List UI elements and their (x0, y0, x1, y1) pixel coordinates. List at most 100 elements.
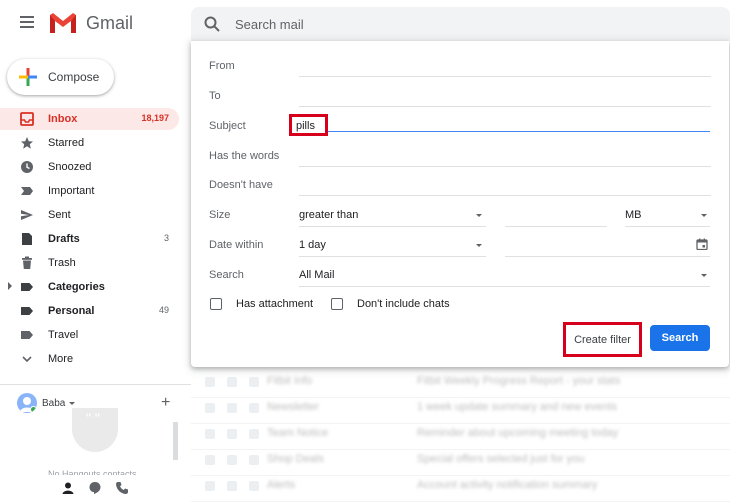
app-brand[interactable]: Gmail (86, 13, 133, 34)
has-attachment-checkbox[interactable] (210, 298, 222, 310)
subject-input[interactable]: pills (289, 114, 328, 136)
table-row[interactable]: Alerts Account activity notification sum… (191, 472, 730, 502)
size-unit-select[interactable]: MB (625, 209, 642, 221)
chevron-down-icon[interactable] (476, 214, 482, 217)
row-checkbox[interactable] (205, 403, 215, 413)
date-within-row: Date within (209, 234, 711, 256)
star-icon[interactable] (227, 403, 237, 413)
compose-button[interactable]: Compose (7, 59, 114, 95)
hangouts-chat-icon[interactable] (88, 481, 102, 495)
important-icon[interactable] (249, 455, 259, 465)
hangouts-user-name: Baba (42, 398, 66, 409)
hangouts-quote-icon: " " (72, 408, 118, 452)
compose-label: Compose (48, 70, 100, 84)
trash-icon (22, 256, 32, 269)
sidebar-item-label: Inbox (48, 113, 78, 125)
email-subject: Account activity notification summary (417, 479, 598, 491)
online-status-icon (30, 406, 37, 413)
contacts-person-icon[interactable] (61, 481, 75, 495)
row-checkbox[interactable] (205, 455, 215, 465)
sidebar-item-starred[interactable]: Starred (0, 132, 179, 154)
date-within-select[interactable]: 1 day (299, 239, 326, 251)
main-menu-icon[interactable] (20, 16, 34, 28)
expand-caret-icon[interactable] (8, 282, 12, 290)
size-operator-underline (299, 226, 486, 227)
unread-count: 18,197 (141, 113, 169, 123)
clock-icon (21, 161, 33, 173)
to-row: To (209, 85, 711, 107)
important-icon[interactable] (249, 429, 259, 439)
search-bar[interactable] (191, 7, 730, 41)
phone-icon[interactable] (115, 481, 129, 495)
sidebar-item-label: Drafts (48, 233, 80, 245)
avatar[interactable] (17, 393, 37, 413)
date-within-underline (299, 256, 486, 257)
sidebar-item-sent[interactable]: Sent (0, 204, 179, 226)
sidebar-item-important[interactable]: Important (0, 180, 179, 202)
label-icon (21, 307, 33, 315)
sidebar-item-categories[interactable]: Categories (0, 276, 179, 298)
has-words-input[interactable] (299, 166, 711, 167)
search-in-select[interactable]: All Mail (299, 269, 334, 281)
doesnt-have-input[interactable] (299, 195, 711, 196)
send-icon (21, 210, 33, 220)
row-checkbox[interactable] (205, 377, 215, 387)
subject-label: Subject (209, 120, 246, 132)
search-icon[interactable] (203, 15, 221, 33)
row-checkbox[interactable] (205, 429, 215, 439)
divider (0, 384, 191, 385)
sidebar-item-snoozed[interactable]: Snoozed (0, 156, 179, 178)
no-chats-checkbox[interactable] (331, 298, 343, 310)
important-icon[interactable] (249, 403, 259, 413)
draft-icon (22, 233, 32, 245)
search-in-row: Search (209, 264, 711, 286)
subject-input-underline[interactable] (328, 131, 710, 132)
to-label: To (209, 90, 221, 102)
sidebar-item-more[interactable]: More (0, 348, 179, 370)
sidebar-item-label: Personal (48, 305, 95, 317)
important-icon[interactable] (249, 481, 259, 491)
email-sender: Fitbit Info (267, 375, 313, 387)
chevron-down-icon[interactable] (69, 402, 75, 405)
doesnt-have-row: Doesn't have (209, 174, 711, 196)
draft-count: 3 (163, 233, 169, 243)
size-value-input[interactable] (505, 226, 607, 227)
sidebar-item-label: Categories (48, 281, 105, 293)
sidebar-item-personal[interactable]: Personal 49 (0, 300, 179, 322)
email-sender: Shop Deals (267, 453, 324, 465)
new-conversation-plus-icon[interactable]: + (161, 394, 170, 412)
no-chats-label[interactable]: Don't include chats (357, 298, 450, 310)
sidebar-item-drafts[interactable]: Drafts 3 (0, 228, 179, 250)
sidebar-item-inbox[interactable]: Inbox 18,197 (0, 108, 179, 130)
scrollbar[interactable] (173, 422, 178, 460)
from-row: From (209, 55, 711, 77)
search-button[interactable]: Search (650, 325, 710, 351)
advanced-search-panel: From To Subject pills Has the words Does… (191, 41, 729, 367)
gmail-logo-icon[interactable] (48, 12, 78, 34)
sidebar-item-label: Trash (48, 257, 76, 269)
size-operator-select[interactable]: greater than (299, 209, 358, 221)
star-icon[interactable] (227, 377, 237, 387)
sidebar-item-trash[interactable]: Trash (0, 252, 179, 274)
star-icon[interactable] (227, 481, 237, 491)
important-icon[interactable] (249, 377, 259, 387)
search-input[interactable] (233, 14, 713, 34)
row-checkbox[interactable] (205, 481, 215, 491)
star-icon[interactable] (227, 455, 237, 465)
sidebar-item-label: More (48, 353, 74, 365)
has-attachment-label[interactable]: Has attachment (236, 298, 313, 310)
chevron-down-icon[interactable] (476, 244, 482, 247)
from-input[interactable] (299, 76, 711, 77)
to-input[interactable] (299, 106, 711, 107)
chevron-down-icon[interactable] (701, 214, 707, 217)
date-input[interactable] (505, 256, 710, 257)
date-within-label: Date within (209, 239, 264, 251)
star-icon[interactable] (227, 429, 237, 439)
calendar-icon[interactable] (696, 238, 708, 250)
has-words-row: Has the words (209, 145, 711, 167)
chevron-down-icon[interactable] (701, 274, 707, 277)
sidebar-item-travel[interactable]: Travel (0, 324, 179, 346)
create-filter-button[interactable]: Create filter (563, 322, 642, 357)
sidebar-item-label: Snoozed (48, 161, 92, 173)
chevron-down-icon (22, 356, 32, 363)
